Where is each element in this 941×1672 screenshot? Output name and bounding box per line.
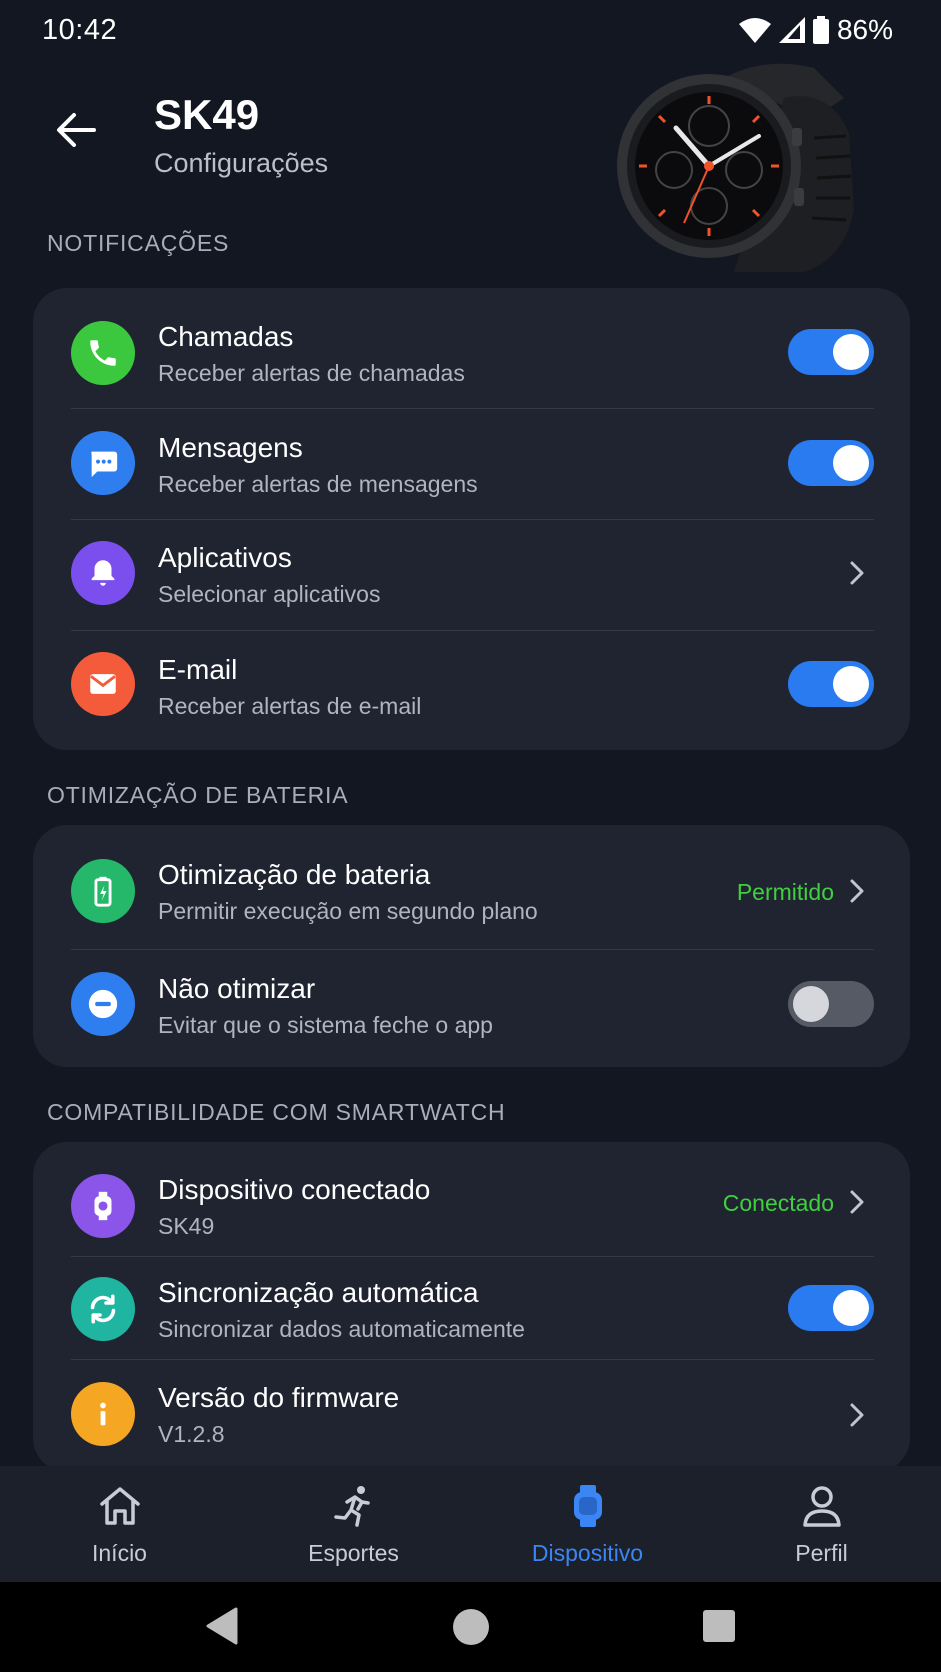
section-title-battery: OTIMIZAÇÃO DE BATERIA bbox=[47, 782, 349, 808]
setting-description: Selecionar aplicativos bbox=[158, 581, 381, 607]
nav-item-sports[interactable]: Esportes bbox=[236, 1466, 471, 1582]
system-navigation-bar bbox=[0, 1582, 941, 1672]
setting-description: Receber alertas de e-mail bbox=[158, 693, 422, 719]
setting-description: Receber alertas de mensagens bbox=[158, 471, 478, 497]
chevron-right-icon bbox=[850, 561, 864, 585]
setting-label: Aplicativos bbox=[158, 542, 292, 573]
setting-description: Receber alertas de chamadas bbox=[158, 360, 465, 386]
signal-icon bbox=[778, 17, 805, 43]
info-icon bbox=[71, 1382, 135, 1446]
nav-item-device[interactable]: Dispositivo bbox=[470, 1466, 705, 1582]
chevron-right-icon bbox=[850, 1190, 864, 1214]
nav-item-profile[interactable]: Perfil bbox=[704, 1466, 939, 1582]
toggle-knob bbox=[793, 986, 829, 1022]
nav-item-home[interactable]: Início bbox=[2, 1466, 237, 1582]
setting-row-email[interactable]: E-mail Receber alertas de e-mail bbox=[33, 631, 910, 750]
setting-description: SK49 bbox=[158, 1213, 215, 1239]
message-icon bbox=[71, 431, 135, 495]
setting-row-connected-device[interactable]: Dispositivo conectado SK49 Conectado bbox=[33, 1142, 910, 1256]
setting-row-calls[interactable]: Chamadas Receber alertas de chamadas bbox=[33, 288, 910, 408]
email-toggle[interactable] bbox=[788, 661, 874, 707]
status-icons: 86% bbox=[738, 14, 893, 46]
wifi-icon bbox=[738, 18, 771, 43]
auto-sync-toggle[interactable] bbox=[788, 1285, 874, 1331]
system-home-icon[interactable] bbox=[452, 1608, 490, 1646]
phone-icon bbox=[71, 321, 135, 385]
battery-card: Otimização de bateria Permitir execução … bbox=[33, 825, 910, 1067]
compat-card: Dispositivo conectado SK49 Conectado Sin… bbox=[33, 1142, 910, 1472]
page-title: SK49 bbox=[154, 91, 260, 138]
bell-icon bbox=[71, 541, 135, 605]
setting-description: Sincronizar dados automaticamente bbox=[158, 1316, 525, 1342]
setting-row-firmware[interactable]: Versão do firmware V1.2.8 bbox=[33, 1360, 910, 1472]
battery-icon bbox=[71, 859, 135, 923]
setting-label: Versão do firmware bbox=[158, 1382, 400, 1413]
watch-icon bbox=[573, 1485, 602, 1527]
battery-percent: 86% bbox=[836, 14, 893, 45]
setting-label: Sincronização automática bbox=[158, 1277, 479, 1308]
system-back-icon[interactable] bbox=[204, 1606, 238, 1646]
system-recents-icon[interactable] bbox=[702, 1609, 736, 1643]
setting-label: Chamadas bbox=[158, 321, 294, 352]
mail-icon bbox=[71, 652, 135, 716]
setting-description: Evitar que o sistema feche o app bbox=[158, 1012, 493, 1038]
setting-row-apps[interactable]: Aplicativos Selecionar aplicativos bbox=[33, 520, 910, 630]
section-title-compat: COMPATIBILIDADE COM SMARTWATCH bbox=[47, 1099, 506, 1125]
setting-label: Dispositivo conectado bbox=[158, 1174, 431, 1205]
sync-icon bbox=[71, 1277, 135, 1341]
back-arrow-icon[interactable] bbox=[50, 104, 102, 156]
status-bar: 10:42 86% bbox=[0, 0, 941, 64]
watch-icon bbox=[71, 1174, 135, 1238]
minus-circle-icon bbox=[71, 972, 135, 1036]
chevron-right-icon bbox=[850, 879, 864, 903]
home-icon bbox=[99, 1487, 140, 1525]
nav-label: Início bbox=[92, 1540, 147, 1566]
dont-optimize-toggle[interactable] bbox=[788, 981, 874, 1027]
chevron-right-icon bbox=[850, 1403, 864, 1427]
toggle-knob bbox=[833, 666, 869, 702]
setting-label: Mensagens bbox=[158, 432, 303, 463]
running-icon bbox=[333, 1486, 370, 1527]
section-title-notifications: NOTIFICAÇÕES bbox=[47, 230, 230, 256]
setting-label: Não otimizar bbox=[158, 973, 316, 1004]
toggle-knob bbox=[833, 334, 869, 370]
nav-label: Perfil bbox=[795, 1540, 848, 1566]
nav-label: Dispositivo bbox=[531, 1540, 644, 1566]
toggle-knob bbox=[833, 1290, 869, 1326]
calls-toggle[interactable] bbox=[788, 329, 874, 375]
connection-status-label: Conectado bbox=[722, 1190, 834, 1216]
status-time: 10:42 bbox=[42, 14, 118, 46]
setting-row-messages[interactable]: Mensagens Receber alertas de mensagens bbox=[33, 409, 910, 519]
setting-description: Permitir execução em segundo plano bbox=[158, 898, 538, 924]
setting-row-dont-optimize[interactable]: Não otimizar Evitar que o sistema feche … bbox=[33, 950, 910, 1067]
setting-label: Otimização de bateria bbox=[158, 859, 431, 890]
battery-status-icon bbox=[812, 16, 829, 44]
bottom-navigation: Início Esportes Dispositivo Perfil bbox=[0, 1466, 941, 1582]
notifications-card: Chamadas Receber alertas de chamadas Men… bbox=[33, 288, 910, 750]
setting-row-auto-sync[interactable]: Sincronização automática Sincronizar dad… bbox=[33, 1257, 910, 1359]
messages-toggle[interactable] bbox=[788, 440, 874, 486]
nav-label: Esportes bbox=[308, 1540, 399, 1566]
battery-status-label: Permitido bbox=[736, 879, 834, 905]
page-subtitle: Configurações bbox=[154, 148, 329, 178]
setting-label: E-mail bbox=[158, 654, 238, 685]
setting-row-battery-optimization[interactable]: Otimização de bateria Permitir execução … bbox=[33, 825, 910, 949]
setting-description: V1.2.8 bbox=[158, 1421, 225, 1447]
toggle-knob bbox=[833, 445, 869, 481]
smartwatch-image bbox=[617, 63, 854, 272]
person-icon bbox=[802, 1486, 841, 1527]
